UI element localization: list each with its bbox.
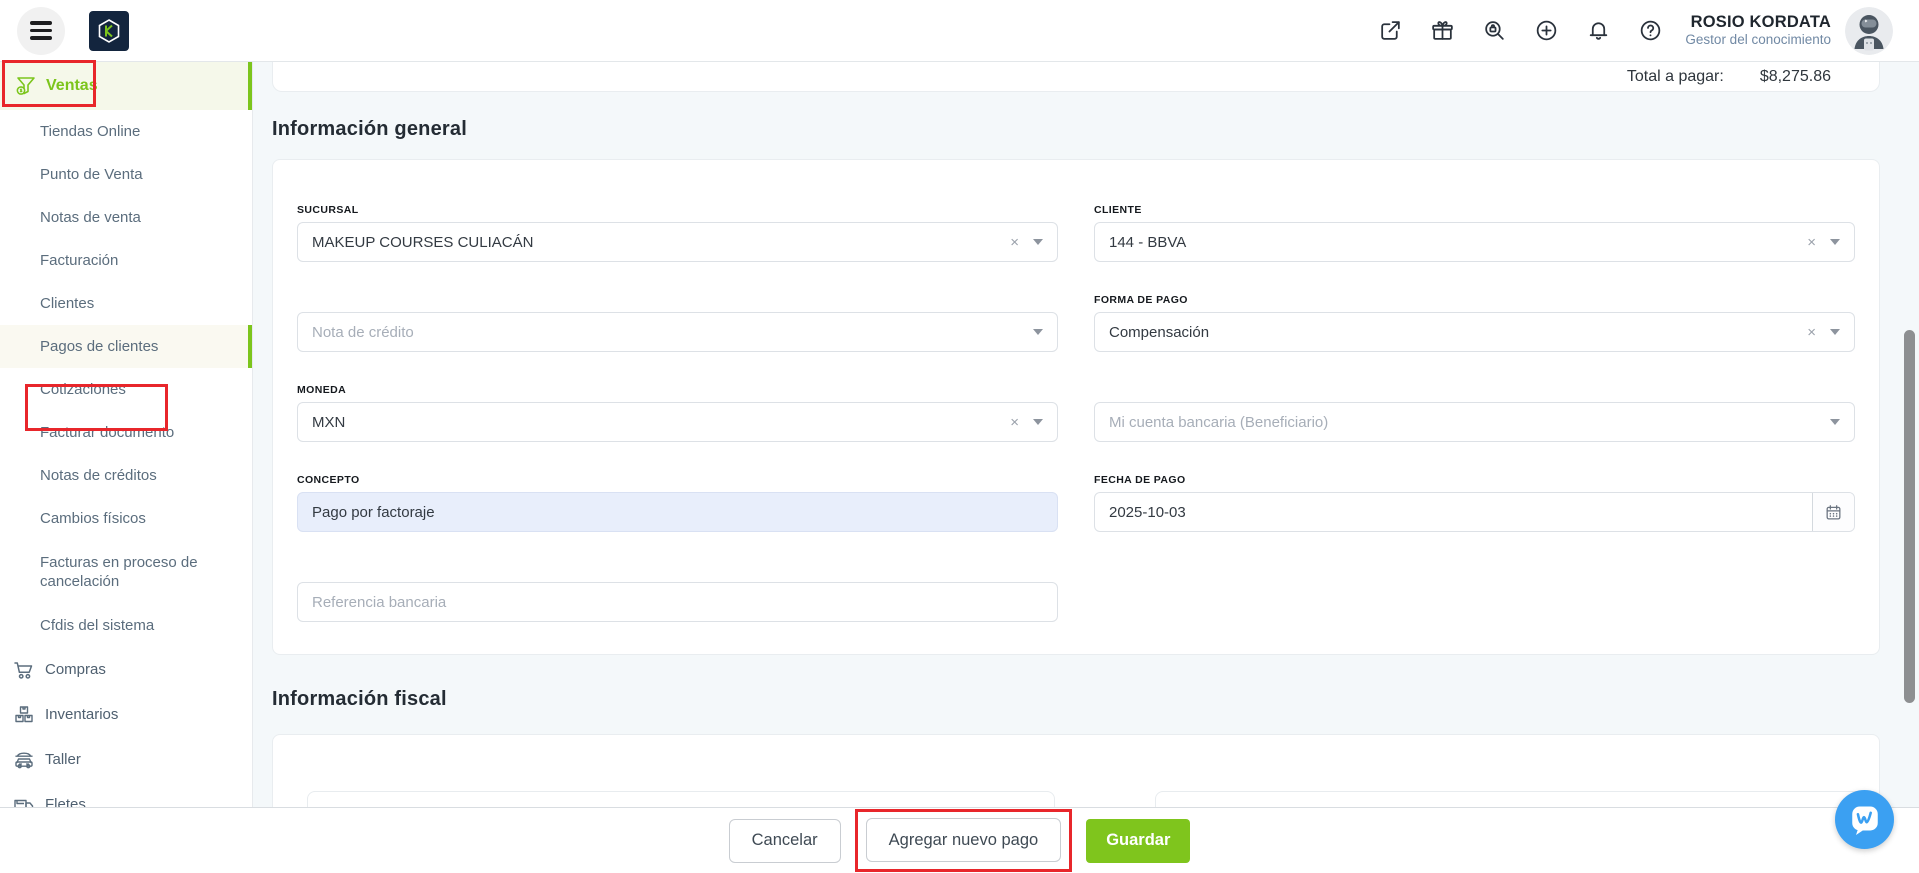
concepto-label: CONCEPTO — [297, 470, 1058, 492]
sidebar-item-ventas[interactable]: Ventas — [0, 62, 252, 110]
chevron-down-icon[interactable] — [1830, 419, 1840, 425]
scrollbar-thumb[interactable] — [1904, 330, 1915, 703]
chat-widget-button[interactable] — [1835, 790, 1894, 849]
sidebar: Ventas Tiendas Online Punto de Venta Not… — [0, 62, 253, 873]
annotation-box-add-payment: Agregar nuevo pago — [855, 809, 1073, 872]
avatar[interactable] — [1845, 7, 1893, 55]
cliente-select[interactable]: 144 - BBVA × — [1094, 222, 1855, 262]
clear-icon[interactable]: × — [1807, 324, 1816, 341]
cliente-value: 144 - BBVA — [1109, 234, 1807, 251]
field-concepto: CONCEPTO — [297, 470, 1058, 560]
sidebar-item-tiendas-online[interactable]: Tiendas Online — [0, 110, 252, 153]
chevron-down-icon[interactable] — [1033, 239, 1043, 245]
sucursal-label: SUCURSAL — [297, 200, 1058, 222]
sidebar-item-taller[interactable]: Taller — [0, 737, 252, 782]
sidebar-item-notas-de-venta[interactable]: Notas de venta — [0, 196, 252, 239]
header-icon-group — [1378, 18, 1663, 43]
field-referencia — [297, 560, 1058, 650]
sidebar-item-punto-de-venta[interactable]: Punto de Venta — [0, 153, 252, 196]
nota-credito-placeholder: Nota de crédito — [312, 324, 1033, 341]
cuenta-bancaria-select[interactable]: Mi cuenta bancaria (Beneficiario) — [1094, 402, 1855, 442]
sidebar-item-notas-de-creditos[interactable]: Notas de créditos — [0, 454, 252, 497]
chevron-down-icon[interactable] — [1830, 239, 1840, 245]
app-window: ROSIO KORDATA Gestor del conocimiento Ve… — [0, 0, 1919, 873]
app-logo[interactable] — [89, 11, 129, 51]
fecha-pago-field — [1094, 492, 1855, 532]
fecha-pago-label: FECHA DE PAGO — [1094, 470, 1855, 492]
help-icon[interactable] — [1638, 18, 1663, 43]
field-forma-pago: FORMA DE PAGO Compensación × — [1094, 290, 1855, 380]
kordata-hexagon-icon — [96, 18, 122, 44]
moneda-select[interactable]: MXN × — [297, 402, 1058, 442]
add-new-payment-button[interactable]: Agregar nuevo pago — [866, 818, 1062, 862]
sales-funnel-icon — [14, 74, 38, 98]
chevron-down-icon[interactable] — [1830, 329, 1840, 335]
chevron-down-icon[interactable] — [1033, 419, 1043, 425]
search-icon[interactable] — [1482, 18, 1507, 43]
sidebar-item-pagos-de-clientes[interactable]: Pagos de clientes — [0, 325, 252, 368]
gift-icon[interactable] — [1430, 18, 1455, 43]
form-column-left: SUCURSAL MAKEUP COURSES CULIACÁN × Nota … — [297, 200, 1058, 654]
save-button[interactable]: Guardar — [1086, 819, 1190, 863]
calendar-icon — [1824, 503, 1843, 522]
clear-icon[interactable]: × — [1010, 234, 1019, 251]
user-name: ROSIO KORDATA — [1685, 12, 1831, 33]
car-icon — [12, 748, 36, 772]
chevron-down-icon[interactable] — [1033, 329, 1043, 335]
cliente-label: CLIENTE — [1094, 200, 1855, 222]
section-title-fiscal: Información fiscal — [272, 688, 447, 711]
concepto-input[interactable] — [297, 492, 1058, 532]
main-content: Total a pagar: $8,275.86 Información gen… — [253, 62, 1919, 873]
cart-icon — [12, 658, 36, 682]
cancel-button[interactable]: Cancelar — [729, 819, 841, 863]
notifications-bell-icon[interactable] — [1586, 18, 1611, 43]
sidebar-item-facturar-documento[interactable]: Facturar documento — [0, 411, 252, 454]
sidebar-item-cfdis-del-sistema[interactable]: Cfdis del sistema — [0, 604, 252, 647]
sidebar-item-clientes[interactable]: Clientes — [0, 282, 252, 325]
forma-pago-select[interactable]: Compensación × — [1094, 312, 1855, 352]
moneda-label: MONEDA — [297, 380, 1058, 402]
action-bar: Cancelar Agregar nuevo pago Guardar — [0, 807, 1919, 873]
sidebar-item-cotizaciones[interactable]: Cotizaciones — [0, 368, 252, 411]
menu-hamburger-button[interactable] — [17, 7, 65, 55]
clear-icon[interactable]: × — [1807, 234, 1816, 251]
calendar-button[interactable] — [1812, 493, 1854, 531]
sidebar-item-label: Ventas — [46, 77, 98, 95]
clear-icon[interactable]: × — [1010, 414, 1019, 431]
sidebar-item-compras[interactable]: Compras — [0, 647, 252, 692]
field-fecha-pago: FECHA DE PAGO — [1094, 470, 1855, 560]
add-circle-icon[interactable] — [1534, 18, 1559, 43]
field-nota-credito: Nota de crédito — [297, 290, 1058, 380]
totals-card: Total a pagar: $8,275.86 — [272, 62, 1880, 92]
avatar-astronaut-icon — [1845, 7, 1893, 55]
chat-bubble-icon — [1847, 802, 1883, 838]
user-info[interactable]: ROSIO KORDATA Gestor del conocimiento — [1685, 12, 1831, 50]
field-moneda: MONEDA MXN × — [297, 380, 1058, 470]
fecha-pago-input[interactable] — [1095, 493, 1812, 531]
total-label: Total a pagar: — [1627, 68, 1724, 86]
boxes-icon — [12, 703, 36, 727]
cuenta-bancaria-placeholder: Mi cuenta bancaria (Beneficiario) — [1109, 414, 1830, 431]
sidebar-item-cambios-fisicos[interactable]: Cambios físicos — [0, 497, 252, 540]
sucursal-value: MAKEUP COURSES CULIACÁN — [312, 234, 1010, 251]
total-value: $8,275.86 — [1760, 68, 1831, 86]
sidebar-item-inventarios[interactable]: Inventarios — [0, 692, 252, 737]
forma-pago-value: Compensación — [1109, 324, 1807, 341]
sidebar-item-facturacion[interactable]: Facturación — [0, 239, 252, 282]
sucursal-select[interactable]: MAKEUP COURSES CULIACÁN × — [297, 222, 1058, 262]
moneda-value: MXN — [312, 414, 1010, 431]
referencia-input[interactable] — [297, 582, 1058, 622]
field-cuenta-bancaria: Mi cuenta bancaria (Beneficiario) — [1094, 380, 1855, 470]
nota-credito-select[interactable]: Nota de crédito — [297, 312, 1058, 352]
user-role: Gestor del conocimiento — [1685, 32, 1831, 49]
field-sucursal: SUCURSAL MAKEUP COURSES CULIACÁN × — [297, 200, 1058, 290]
forma-pago-label: FORMA DE PAGO — [1094, 290, 1855, 312]
external-link-icon[interactable] — [1378, 18, 1403, 43]
form-column-right: CLIENTE 144 - BBVA × FORMA DE PAGO Compe… — [1094, 200, 1855, 654]
top-header: ROSIO KORDATA Gestor del conocimiento — [0, 0, 1919, 62]
sidebar-item-facturas-en-proceso[interactable]: Facturas en proceso de cancelación — [0, 540, 252, 604]
field-cliente: CLIENTE 144 - BBVA × — [1094, 200, 1855, 290]
general-info-card: SUCURSAL MAKEUP COURSES CULIACÁN × Nota … — [272, 159, 1880, 655]
section-title-general: Información general — [272, 118, 467, 141]
